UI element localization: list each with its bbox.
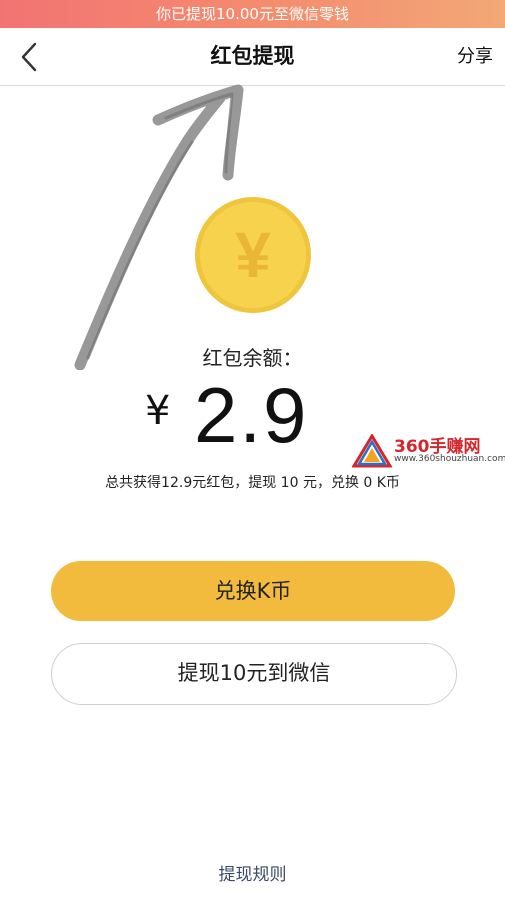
redpacket-summary: 总共获得12.9元红包，提现 10 元，兑换 0 K币 [105, 475, 400, 491]
withdraw-to-wechat-button[interactable]: 提现10元到微信 [51, 643, 457, 705]
share-button[interactable]: 分享 [457, 28, 493, 85]
yuan-symbol-icon: ¥ [235, 219, 271, 291]
currency-symbol: ¥ [145, 388, 171, 434]
triangle-logo-icon [352, 434, 392, 468]
navigation-bar: 红包提现 分享 [0, 28, 505, 86]
withdraw-rules-link[interactable]: 提现规则 [0, 860, 505, 885]
balance-label: 红包余额： [202, 346, 303, 370]
page-title: 红包提现 [210, 44, 295, 68]
coin-icon: ¥ [193, 195, 313, 315]
watermark-logo: 360手赚网 www.360shouzhuan.com [352, 432, 505, 468]
balance-amount: 2.9 [194, 371, 309, 459]
watermark-url: www.360shouzhuan.com [394, 454, 505, 464]
exchange-k-coin-button[interactable]: 兑换K币 [51, 561, 455, 621]
withdraw-notice-banner: 你已提现10.00元至微信零钱 [0, 0, 505, 28]
